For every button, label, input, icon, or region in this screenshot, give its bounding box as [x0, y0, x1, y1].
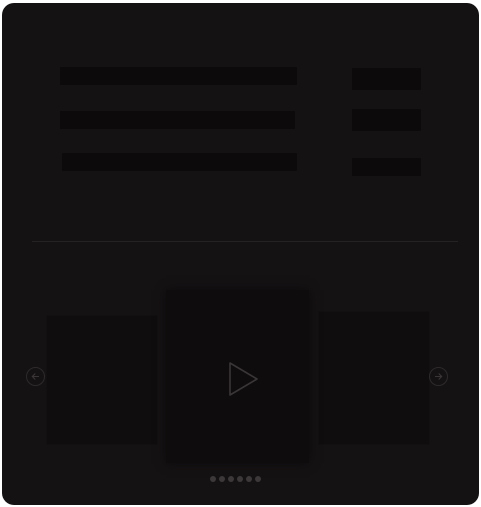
content-panel	[2, 3, 479, 505]
carousel-dot[interactable]	[210, 476, 216, 482]
carousel-dot[interactable]	[255, 476, 261, 482]
arrow-right-icon	[435, 373, 443, 380]
carousel-prev-button[interactable]	[26, 367, 45, 386]
list-item-meta-skeleton	[352, 109, 421, 131]
list-item-title-skeleton	[60, 111, 295, 129]
carousel-slide-next[interactable]	[319, 312, 429, 444]
carousel-slide-prev[interactable]	[47, 316, 157, 444]
carousel-pagination	[210, 476, 261, 482]
list-item-meta-skeleton	[352, 68, 421, 90]
list-item-meta-skeleton	[352, 158, 421, 176]
carousel-dot[interactable]	[246, 476, 252, 482]
list-item-title-skeleton	[60, 67, 297, 85]
section-divider	[32, 241, 458, 242]
carousel-dot[interactable]	[228, 476, 234, 482]
play-icon[interactable]	[226, 359, 262, 399]
list-item-title-skeleton	[62, 153, 297, 171]
carousel-next-button[interactable]	[429, 367, 448, 386]
carousel-dot[interactable]	[237, 476, 243, 482]
arrow-left-icon	[31, 373, 39, 380]
carousel-dot[interactable]	[219, 476, 225, 482]
